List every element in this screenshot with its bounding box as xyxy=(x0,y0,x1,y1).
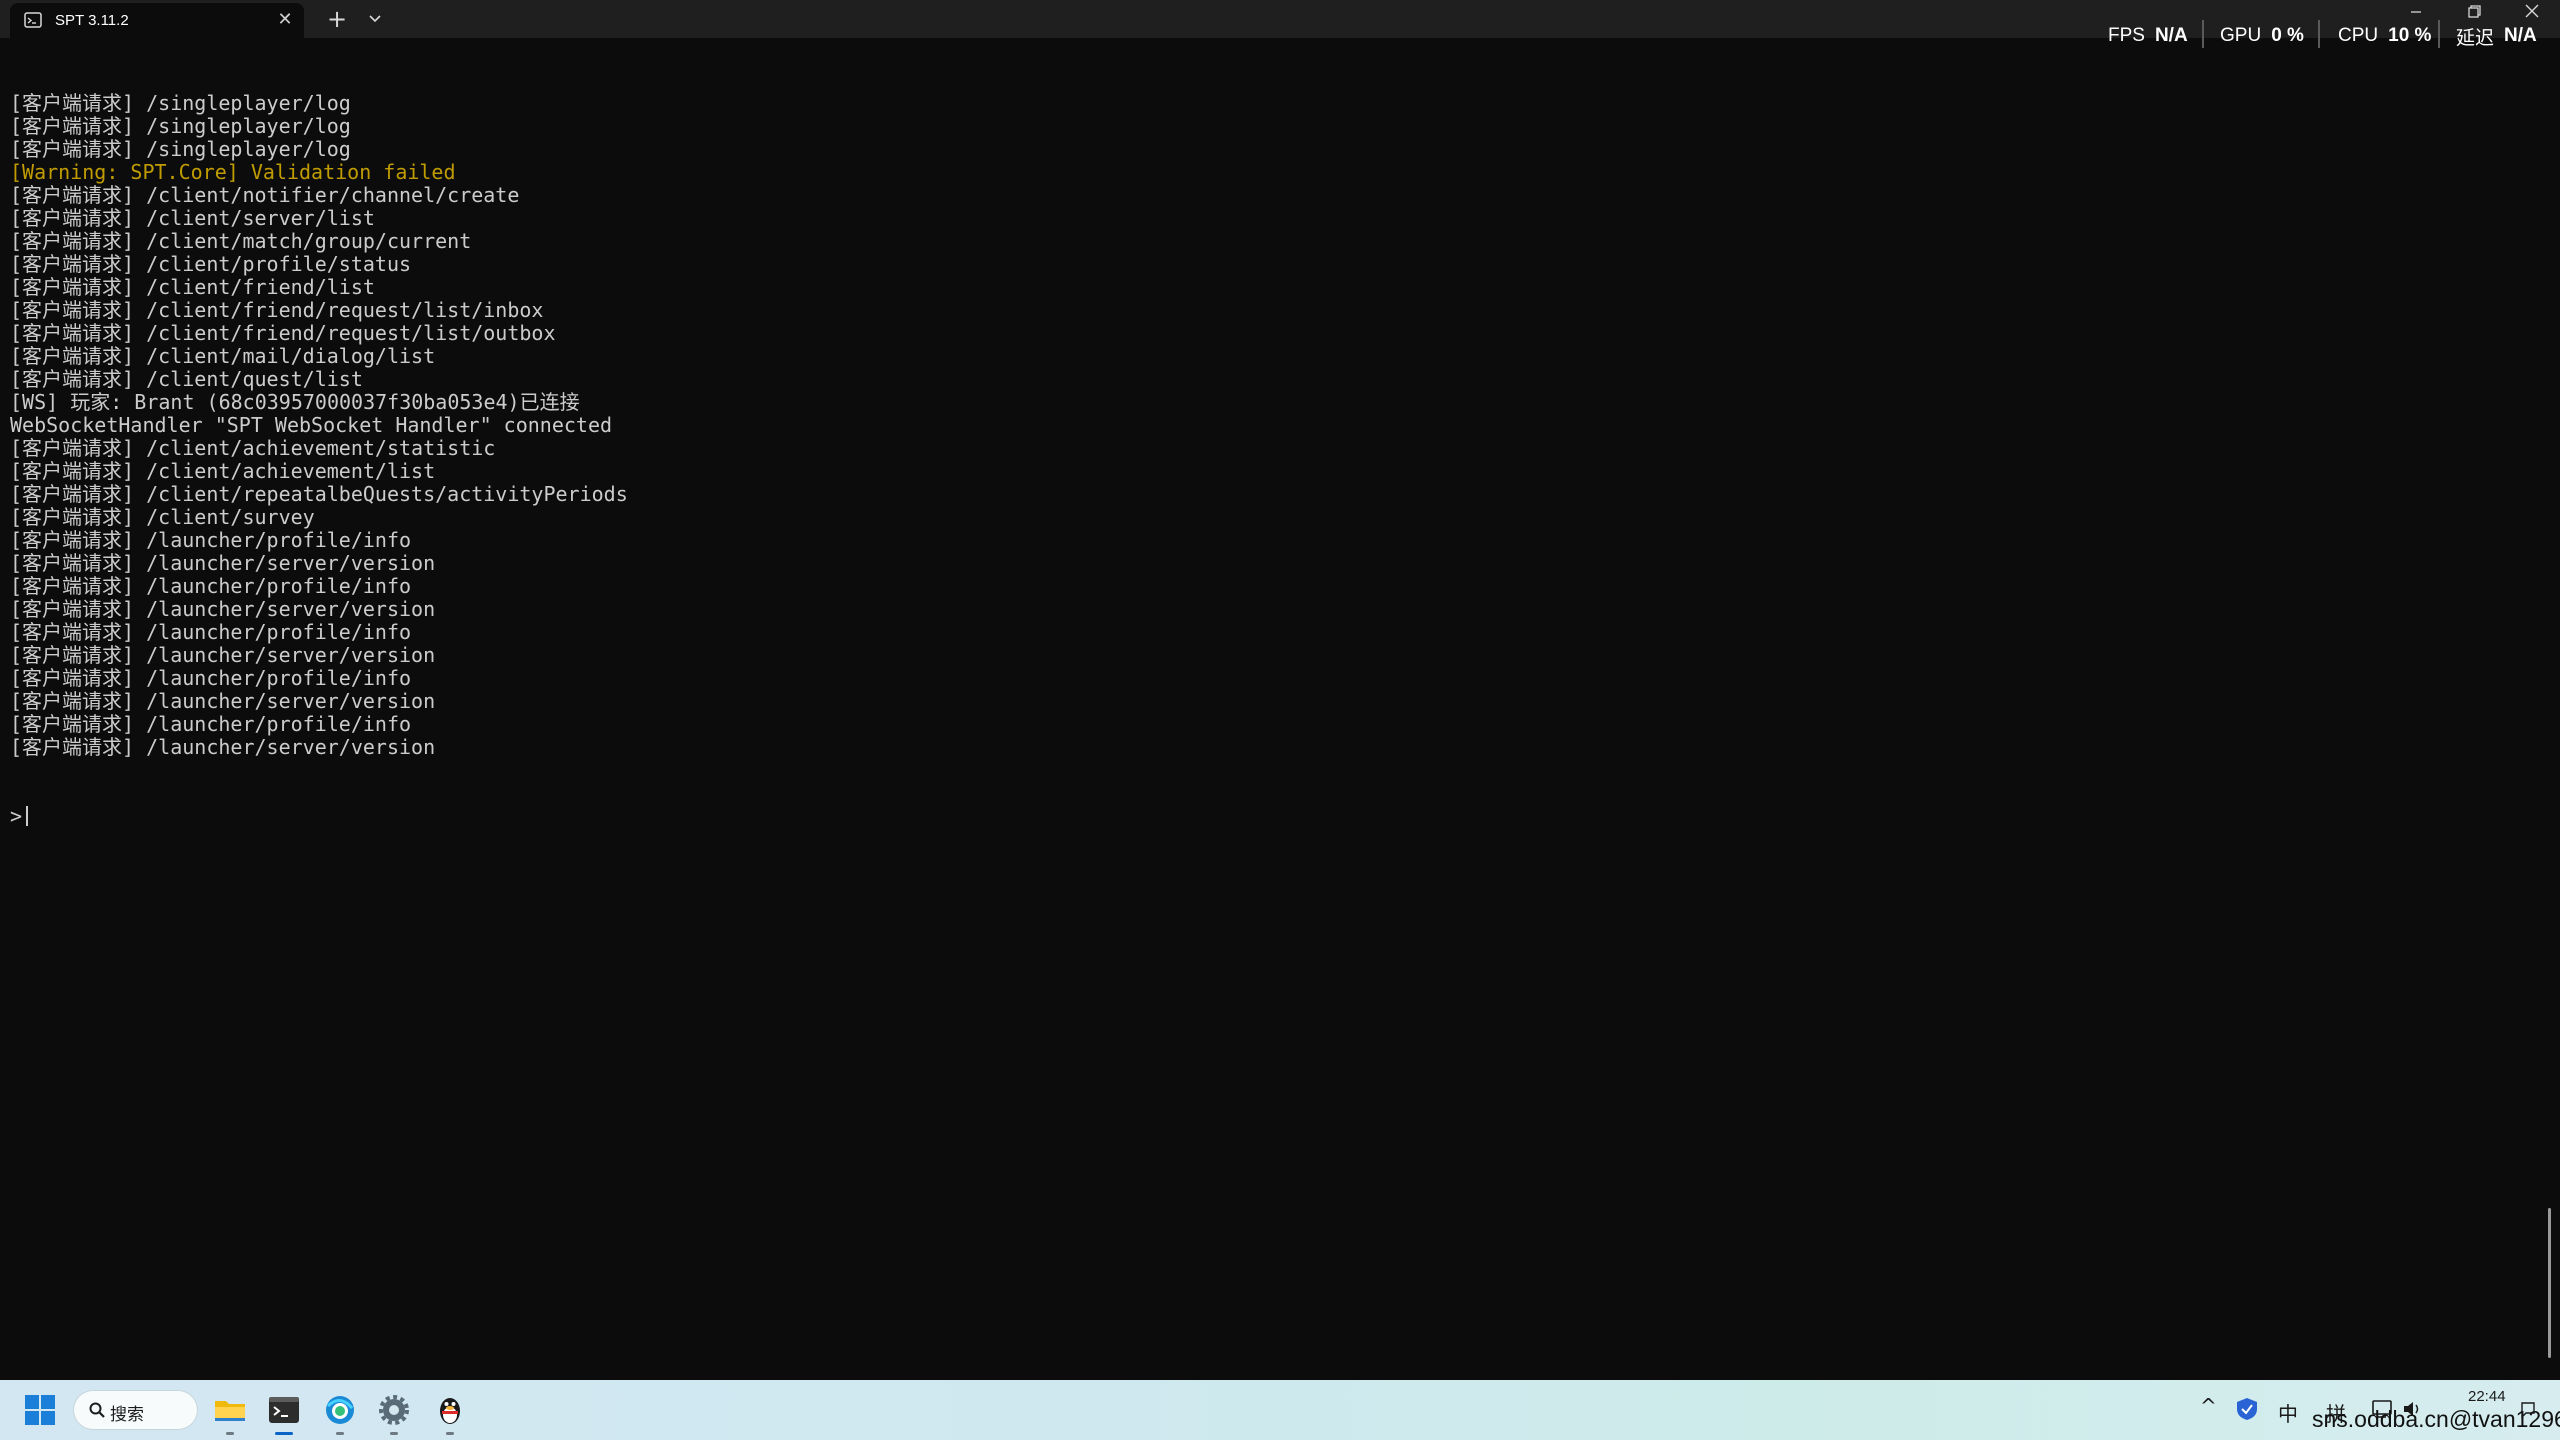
qq-penguin-icon[interactable] xyxy=(432,1392,468,1428)
taskbar: 搜索 ^ 中 拼 22:44 sns.oddba.cn@tvan1296 xyxy=(0,1380,2560,1440)
ime-language-indicator[interactable]: 中 xyxy=(2278,1398,2298,1427)
terminal-line: [客户端请求] /singleplayer/log xyxy=(10,137,351,161)
restore-icon[interactable] xyxy=(2456,2,2492,20)
terminal-line: [客户端请求] /launcher/server/version xyxy=(10,689,436,713)
terminal-warning-line: [Warning: SPT.Core] Validation failed xyxy=(10,160,456,184)
active-app-indicator xyxy=(275,1432,293,1435)
taskbar-search-box[interactable]: 搜索 xyxy=(74,1391,197,1429)
windows-start-icon[interactable] xyxy=(22,1392,58,1428)
terminal-line: [客户端请求] /client/friend/request/list/inbo… xyxy=(10,298,544,322)
fps-value: N/A xyxy=(2154,25,2188,46)
perf-divider xyxy=(2202,20,2204,48)
terminal-line: [客户端请求] /singleplayer/log xyxy=(10,114,351,138)
terminal-line: [客户端请求] /client/achievement/list xyxy=(10,459,436,483)
terminal-line: [客户端请求] /client/profile/status xyxy=(10,252,412,276)
prompt-line[interactable]: > xyxy=(10,805,2530,828)
cpu-value: 10 % xyxy=(2388,25,2432,46)
running-indicator xyxy=(446,1432,454,1435)
tab-spt[interactable]: SPT 3.11.2 ✕ xyxy=(10,3,304,38)
edge-browser-icon[interactable] xyxy=(322,1392,358,1428)
terminal-line: [客户端请求] /client/repeatalbeQuests/activit… xyxy=(10,482,628,506)
terminal-tab-icon xyxy=(24,12,42,28)
terminal-line: [客户端请求] /launcher/profile/info xyxy=(10,712,412,736)
running-indicator xyxy=(226,1432,234,1435)
minimize-icon[interactable] xyxy=(2398,2,2434,20)
terminal-line: [客户端请求] /client/mail/dialog/list xyxy=(10,344,436,368)
close-icon[interactable]: ✕ xyxy=(274,9,296,31)
terminal-line: [WS] 玩家: Brant (68c03957000037f30ba053e4… xyxy=(10,390,580,414)
text-cursor xyxy=(26,806,29,826)
notification-icon[interactable] xyxy=(2518,1400,2538,1420)
terminal-line: [客户端请求] /launcher/profile/info xyxy=(10,620,412,644)
perf-divider xyxy=(2438,20,2440,48)
terminal-line: WebSocketHandler "SPT WebSocket Handler"… xyxy=(10,413,613,437)
terminal-line: [客户端请求] /client/quest/list xyxy=(10,367,363,391)
chevron-down-icon[interactable] xyxy=(362,5,388,33)
gpu-value: 0 % xyxy=(2271,25,2304,46)
cpu-label: CPU xyxy=(2338,25,2379,46)
terminal-line: [客户端请求] /client/survey xyxy=(10,505,315,529)
terminal-line: [客户端请求] /client/match/group/current xyxy=(10,229,472,253)
file-explorer-icon[interactable] xyxy=(212,1392,248,1428)
terminal-line: [客户端请求] /launcher/server/version xyxy=(10,643,436,667)
prompt-symbol: > xyxy=(10,804,23,828)
new-tab-button[interactable]: + xyxy=(322,5,352,33)
terminal-line: [客户端请求] /launcher/profile/info xyxy=(10,528,412,552)
running-indicator xyxy=(390,1432,398,1435)
terminal-line: [客户端请求] /client/friend/list xyxy=(10,275,375,299)
search-icon xyxy=(89,1402,105,1418)
running-indicator xyxy=(336,1432,344,1435)
terminal-line: [客户端请求] /client/friend/request/list/outb… xyxy=(10,321,556,345)
settings-gear-icon[interactable] xyxy=(376,1392,412,1428)
fps-label: FPS xyxy=(2108,25,2145,46)
terminal-line: [客户端请求] /launcher/server/version xyxy=(10,597,436,621)
terminal-line: [客户端请求] /singleplayer/log xyxy=(10,91,351,115)
scrollbar[interactable] xyxy=(2548,1208,2551,1358)
terminal-output[interactable]: [客户端请求] /singleplayer/log [客户端请求] /single… xyxy=(10,46,2530,1376)
terminal-line: [客户端请求] /launcher/profile/info xyxy=(10,666,412,690)
security-shield-icon[interactable] xyxy=(2234,1396,2260,1422)
terminal-line: [客户端请求] /client/achievement/statistic xyxy=(10,436,496,460)
terminal-line: [客户端请求] /launcher/server/version xyxy=(10,735,436,759)
perf-divider xyxy=(2318,20,2320,48)
terminal-line: [客户端请求] /launcher/profile/info xyxy=(10,574,412,598)
terminal-line: [客户端请求] /launcher/server/version xyxy=(10,551,436,575)
latency-value: N/A xyxy=(2504,25,2537,46)
search-label: 搜索 xyxy=(110,1405,144,1425)
tab-title: SPT 3.11.2 xyxy=(55,12,129,29)
terminal-line: [客户端请求] /client/server/list xyxy=(10,206,375,230)
terminal-line: [客户端请求] /client/notifier/channel/create xyxy=(10,183,520,207)
terminal-lines: [客户端请求] /singleplayer/log [客户端请求] /single… xyxy=(10,92,2530,759)
close-window-icon[interactable] xyxy=(2514,2,2550,20)
clock-time[interactable]: 22:44 xyxy=(2468,1388,2506,1405)
tray-overflow-chevron[interactable]: ^ xyxy=(2200,1394,2217,1418)
gpu-label: GPU xyxy=(2220,25,2262,46)
terminal-app-icon[interactable] xyxy=(266,1392,302,1428)
